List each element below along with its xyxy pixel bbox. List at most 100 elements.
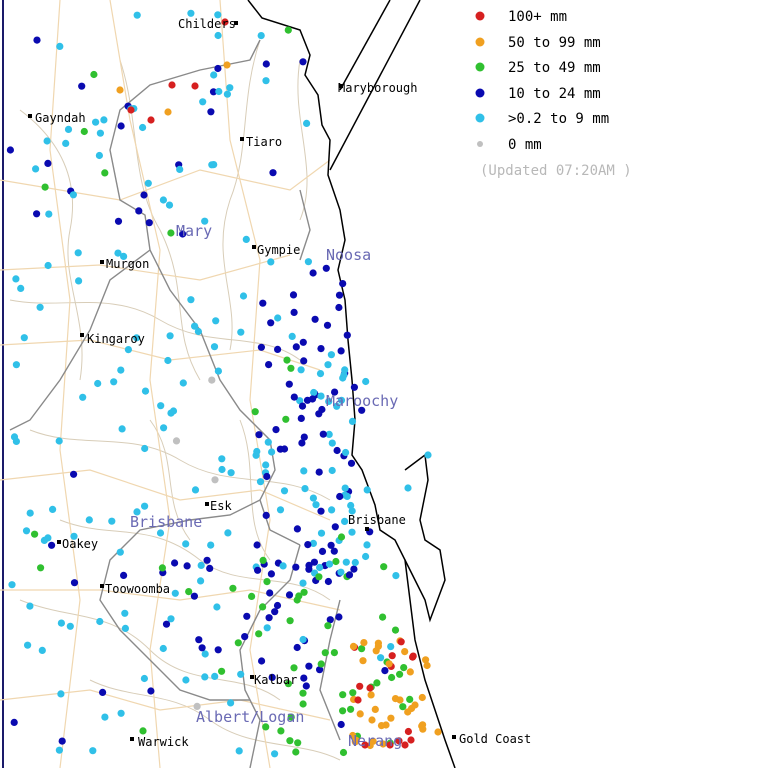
station-dot	[388, 652, 396, 660]
station-dot	[391, 626, 400, 634]
station-dot	[293, 643, 301, 652]
station-dot	[259, 603, 267, 611]
station-dot	[315, 573, 323, 581]
station-dot	[120, 571, 128, 580]
station-dot	[315, 468, 323, 476]
station-dot	[324, 577, 332, 586]
station-dot	[49, 505, 57, 513]
station-dot	[424, 451, 432, 459]
station-dot	[259, 556, 267, 565]
town-label-kingaroy: Kingaroy	[87, 332, 145, 346]
station-dot	[351, 558, 359, 567]
station-dot	[48, 541, 56, 549]
station-dot	[300, 588, 308, 596]
station-dot	[305, 561, 313, 570]
station-dot	[363, 486, 371, 494]
station-dot	[243, 612, 251, 620]
station-dot	[140, 674, 148, 683]
station-dot	[303, 119, 311, 127]
station-dot	[330, 649, 338, 657]
station-dot	[159, 644, 167, 653]
station-dot	[407, 736, 415, 744]
station-dot	[213, 603, 221, 611]
station-dot	[75, 277, 83, 285]
station-dot	[315, 410, 323, 418]
station-dot	[254, 566, 262, 574]
station-dot	[12, 437, 20, 445]
station-dot	[44, 159, 52, 167]
station-dot	[396, 670, 404, 678]
station-dot	[399, 703, 407, 711]
station-dot	[387, 714, 395, 722]
station-dot	[33, 210, 41, 218]
station-dot	[258, 657, 266, 665]
station-dot	[100, 116, 108, 124]
station-dot	[360, 639, 368, 647]
legend-label-100-plus: 100+ mm	[508, 9, 567, 25]
station-dot	[191, 322, 199, 330]
station-dot	[333, 446, 341, 455]
station-dot	[253, 541, 261, 549]
station-dot	[237, 670, 245, 678]
station-dot	[273, 601, 282, 610]
station-dot	[218, 455, 226, 463]
station-dot	[342, 558, 350, 566]
station-dot	[214, 646, 222, 654]
station-dot	[195, 636, 203, 644]
station-dot	[366, 684, 374, 692]
station-dot	[92, 118, 100, 126]
station-dot	[145, 219, 153, 227]
station-dot	[350, 383, 358, 391]
station-dot	[70, 470, 78, 478]
station-dot	[116, 548, 124, 556]
station-dot	[284, 26, 292, 34]
station-dot	[349, 642, 358, 651]
station-dot	[362, 552, 370, 561]
station-dot	[139, 727, 147, 735]
station-dot	[210, 161, 218, 169]
station-dot	[69, 191, 77, 199]
station-dot	[299, 58, 307, 66]
station-dot	[337, 347, 345, 355]
station-dot	[191, 486, 200, 494]
station-dot	[139, 123, 147, 132]
station-dot	[388, 673, 396, 682]
station-dot	[282, 415, 290, 423]
station-dot	[377, 654, 385, 662]
station-dot	[321, 649, 329, 657]
station-dot	[304, 541, 312, 549]
town-label-oakey: Oakey	[62, 537, 98, 551]
station-dot	[401, 648, 409, 656]
station-dot	[74, 249, 82, 257]
station-dot	[328, 506, 336, 514]
station-dot	[337, 720, 345, 729]
station-dot	[397, 638, 405, 646]
station-dot	[348, 528, 356, 536]
station-dot	[343, 331, 351, 339]
station-dot	[285, 591, 294, 599]
station-dot	[45, 210, 53, 218]
station-dot	[300, 433, 308, 441]
station-dot	[345, 571, 354, 579]
station-dot	[280, 487, 289, 495]
station-dot	[26, 602, 34, 610]
station-dot	[299, 700, 307, 708]
legend-label-0-2-9: >0.2 to 9 mm	[508, 111, 609, 127]
station-dot	[66, 622, 74, 630]
station-dot	[301, 485, 309, 493]
station-dot	[371, 705, 379, 714]
station-dot	[133, 11, 141, 19]
station-dot	[40, 536, 49, 545]
station-dot	[276, 506, 285, 514]
station-dot	[316, 370, 325, 378]
station-dot	[411, 701, 419, 709]
station-dot	[332, 557, 340, 566]
station-dot	[317, 507, 325, 515]
station-dot	[347, 501, 355, 510]
station-dot	[190, 592, 198, 600]
station-dot	[381, 667, 389, 675]
station-dot	[160, 424, 168, 432]
station-dot	[286, 737, 294, 745]
station-dot	[182, 540, 190, 548]
station-dot	[191, 82, 199, 90]
